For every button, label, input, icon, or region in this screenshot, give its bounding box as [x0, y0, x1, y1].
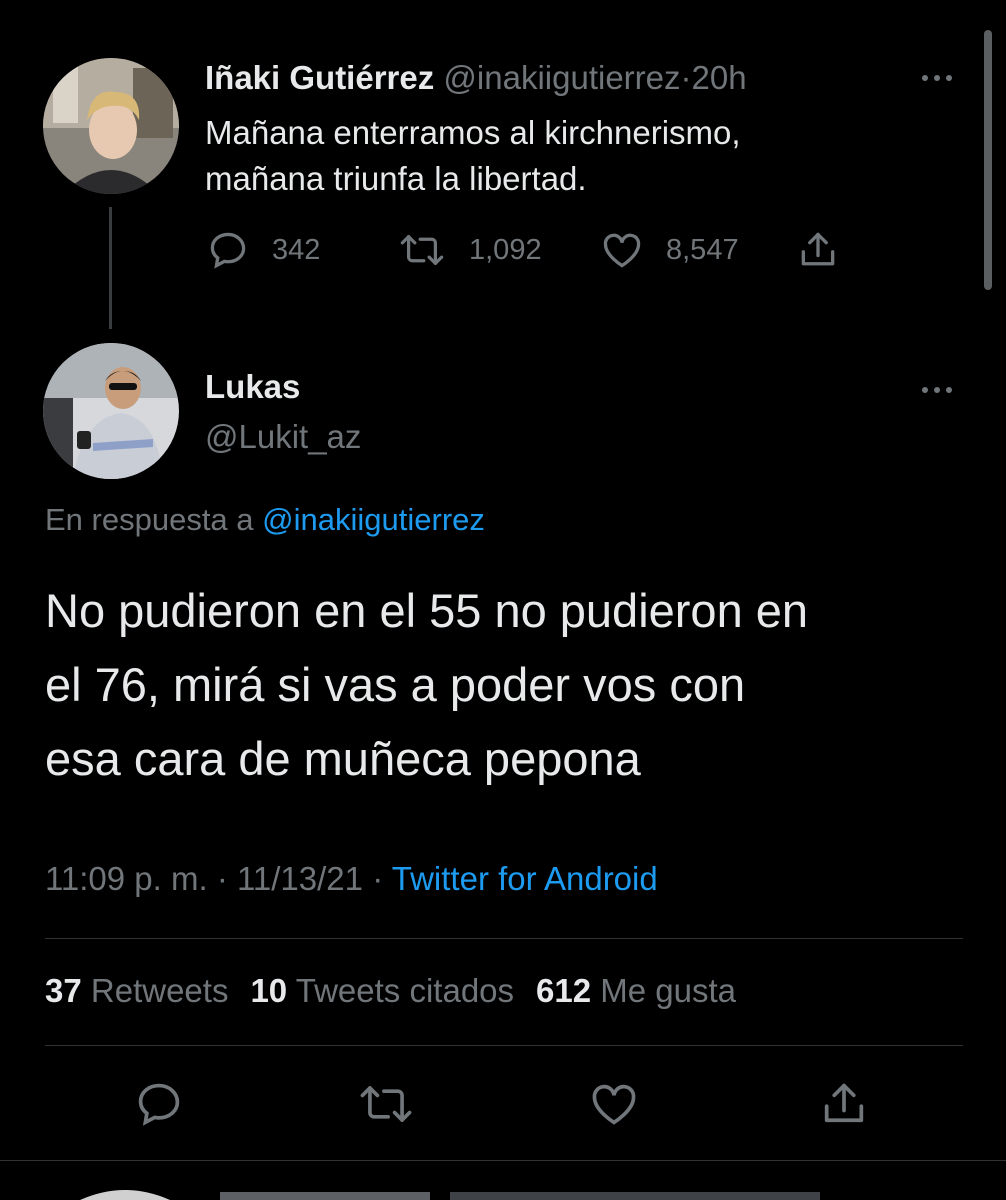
parent-like-action[interactable]: 8,547 — [600, 228, 739, 272]
reply-text-line: No pudieron en el 55 no pudieron en — [45, 584, 809, 637]
tweet-time[interactable]: 11:09 p. m. — [45, 860, 208, 897]
parent-tweet-text: Mañana enterramos al kirchnerismo, mañan… — [205, 110, 905, 202]
parent-text-line: Mañana enterramos al kirchnerismo, — [205, 114, 741, 151]
parent-text-line: mañana triunfa la libertad. — [205, 160, 587, 197]
in-reply-prefix: En respuesta a — [45, 502, 254, 537]
reply-author-handle[interactable]: @Lukit_az — [205, 418, 361, 456]
heart-icon — [603, 233, 641, 268]
reply-icon — [138, 1083, 180, 1126]
more-icon-dot — [946, 387, 952, 393]
retweets-stat[interactable]: 37 Retweets — [45, 972, 228, 1009]
likes-label: Me gusta — [600, 972, 737, 1009]
tweet-date[interactable]: 11/13/21 — [237, 860, 363, 897]
scrollbar[interactable] — [984, 30, 992, 290]
parent-share-action[interactable] — [796, 228, 862, 272]
parent-more-button[interactable] — [917, 68, 957, 88]
parent-retweet-count: 1,092 — [469, 233, 542, 266]
reply-author-name[interactable]: Lukas — [205, 368, 300, 406]
parent-tweet-header: Iñaki Gutiérrez @inakiigutierrez·20h — [205, 58, 747, 98]
parent-reply-count: 342 — [272, 233, 321, 266]
parent-time-separator: · — [680, 59, 692, 96]
share-icon — [801, 232, 835, 266]
likes-count: 612 — [536, 972, 592, 1009]
reply-avatar[interactable] — [43, 343, 179, 479]
retweet-button[interactable] — [356, 1078, 416, 1135]
more-icon — [922, 387, 928, 393]
divider — [0, 1160, 1006, 1161]
thread-connector-line — [109, 207, 112, 329]
tweet-thread-page: Iñaki Gutiérrez @inakiigutierrez·20h Mañ… — [0, 0, 1006, 1200]
reply-text-line: el 76, mirá si vas a poder vos con — [45, 658, 746, 711]
share-icon — [824, 1083, 864, 1123]
meta-separator: · — [216, 860, 228, 897]
retweets-label: Retweets — [90, 972, 229, 1009]
share-button[interactable] — [818, 1078, 870, 1135]
more-icon — [922, 75, 928, 81]
next-tweet-partial[interactable] — [80, 1180, 980, 1200]
tweet-stats: 37 Retweets 10 Tweets citados 612 Me gusta — [45, 972, 736, 1010]
next-tweet-preview — [80, 1190, 820, 1200]
in-reply-to: En respuesta a @inakiigutierrez — [45, 502, 485, 538]
parent-author-name[interactable]: Iñaki Gutiérrez — [205, 59, 434, 96]
divider — [45, 938, 963, 939]
parent-avatar[interactable] — [43, 58, 179, 194]
more-icon-dot — [934, 75, 940, 81]
likes-stat[interactable]: 612 Me gusta — [536, 972, 736, 1009]
quotes-count: 10 — [250, 972, 288, 1009]
parent-tweet-time[interactable]: 20h — [692, 59, 747, 96]
reply-tweet-text: No pudieron en el 55 no pudieron en el 7… — [45, 574, 975, 796]
parent-retweet-action[interactable]: 1,092 — [397, 228, 542, 272]
parent-like-count: 8,547 — [666, 233, 739, 266]
retweet-icon — [400, 235, 444, 265]
like-button[interactable] — [588, 1078, 640, 1135]
reply-button[interactable] — [133, 1078, 185, 1135]
tweet-source-link[interactable]: Twitter for Android — [392, 860, 658, 897]
reply-more-button[interactable] — [917, 380, 957, 400]
retweets-count: 37 — [45, 972, 82, 1009]
parent-reply-action[interactable]: 342 — [206, 228, 320, 272]
more-icon-dot — [946, 75, 952, 81]
quotes-label: Tweets citados — [295, 972, 515, 1009]
meta-separator: · — [372, 860, 384, 897]
in-reply-handle-link[interactable]: @inakiigutierrez — [262, 502, 485, 537]
more-icon-dot — [934, 387, 940, 393]
heart-icon — [592, 1084, 636, 1125]
quotes-stat[interactable]: 10 Tweets citados — [250, 972, 514, 1009]
retweet-icon — [360, 1086, 412, 1122]
parent-author-handle[interactable]: @inakiigutierrez — [443, 59, 680, 96]
reply-icon — [210, 232, 246, 269]
tweet-metadata: 11:09 p. m. · 11/13/21 · Twitter for And… — [45, 860, 658, 898]
divider — [45, 1045, 963, 1046]
reply-text-line: esa cara de muñeca pepona — [45, 732, 641, 785]
